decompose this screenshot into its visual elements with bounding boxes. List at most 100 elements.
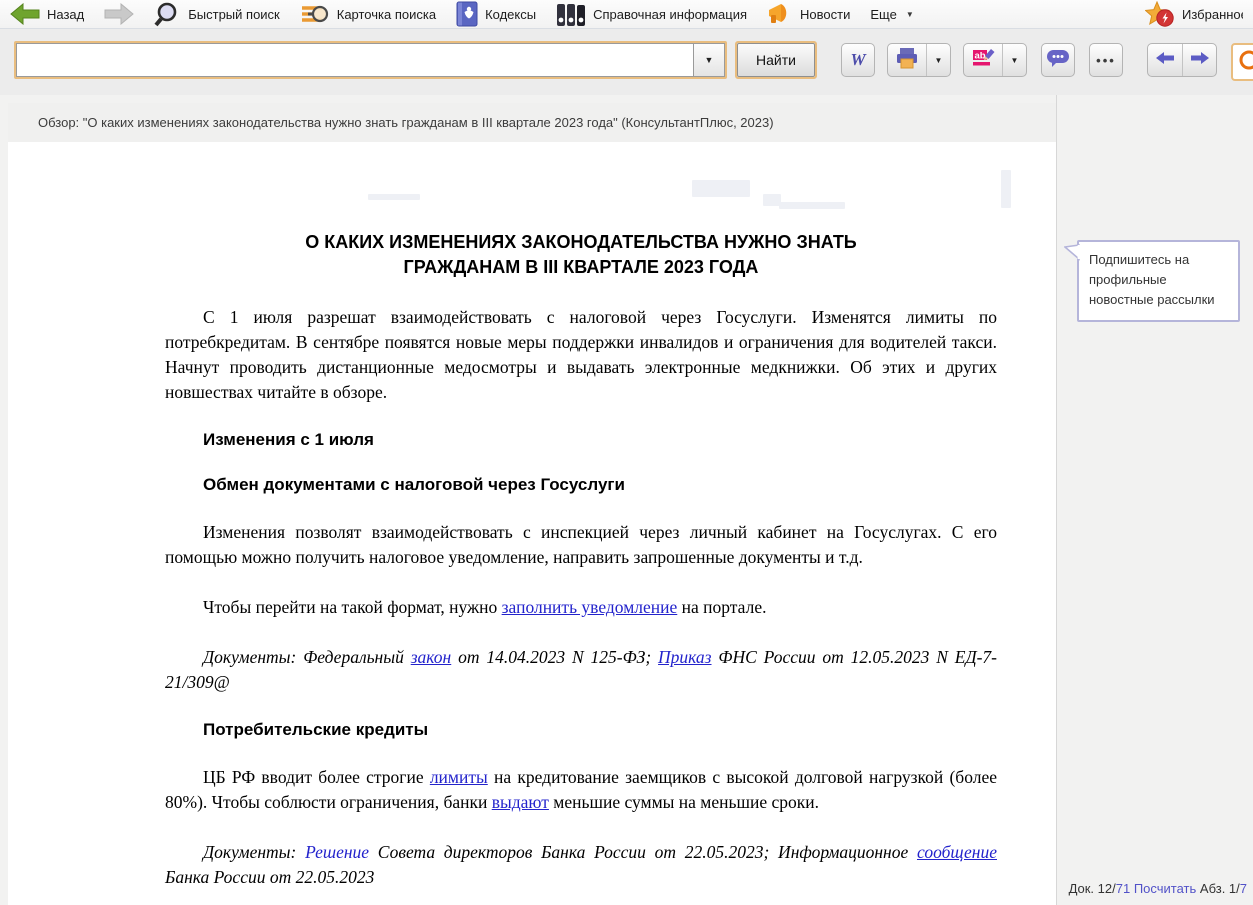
document-title-line1: О КАКИХ ИЗМЕНЕНИЯХ ЗАКОНОДАТЕЛЬСТВА НУЖН… xyxy=(165,230,997,255)
reference-info-button[interactable]: Справочная информация xyxy=(556,2,747,27)
print-button[interactable] xyxy=(888,44,926,76)
highlight-dropdown[interactable]: ▼ xyxy=(1002,44,1026,76)
paragraph-counter-label: Абз. 1/ xyxy=(1200,881,1240,896)
megaphone-icon xyxy=(767,2,793,26)
heading-gosuslugi: Обмен документами с налоговой через Госу… xyxy=(203,475,997,495)
search-card-button[interactable]: Карточка поиска xyxy=(300,2,436,26)
document-header-bar: Обзор: "О каких изменениях законодательс… xyxy=(8,103,1056,142)
heading-credit: Потребительские кредиты xyxy=(203,720,997,740)
paragraph-total: 7 xyxy=(1240,881,1247,896)
documents-paragraph-2: Документы: Решение Совета директоров Бан… xyxy=(165,840,997,890)
news-label: Новости xyxy=(800,7,850,22)
find-button[interactable]: Найти xyxy=(737,43,815,77)
print-split-button: ▼ xyxy=(887,43,951,77)
highlight-split-button: ab ▼ xyxy=(963,43,1027,77)
document-header-title: Обзор: "О каких изменениях законодательс… xyxy=(38,115,774,130)
comment-bubble-icon xyxy=(1046,48,1070,73)
text-run: Чтобы перейти на такой формат, нужно xyxy=(203,597,502,617)
clock-icon xyxy=(1239,50,1253,75)
quick-search-button[interactable]: Быстрый поиск xyxy=(154,2,280,27)
document-title: О КАКИХ ИЗМЕНЕНИЯХ ЗАКОНОДАТЕЛЬСТВА НУЖН… xyxy=(165,230,997,280)
doc-total: 71 xyxy=(1116,881,1130,896)
word-icon: W xyxy=(850,50,865,70)
text-run: Банка России от 22.05.2023 xyxy=(165,867,374,887)
search-input[interactable] xyxy=(16,43,693,77)
subscribe-tooltip-text: Подпишитесь на профильные новостные расс… xyxy=(1089,252,1215,307)
ellipsis-icon: ••• xyxy=(1096,53,1116,68)
comment-button[interactable] xyxy=(1041,43,1075,77)
document-view: Обзор: "О каких изменениях законодательс… xyxy=(8,103,1056,905)
law-link[interactable]: закон xyxy=(411,647,452,667)
search-card-icon xyxy=(300,2,330,26)
reference-info-label: Справочная информация xyxy=(593,7,747,22)
content-area: Обзор: "О каких изменениях законодательс… xyxy=(0,95,1253,905)
codes-icon xyxy=(456,1,478,27)
highlighter-icon: ab xyxy=(972,47,995,73)
text-run: Документы: Федеральный xyxy=(203,647,411,667)
back-button[interactable]: Назад xyxy=(10,3,84,25)
prev-fragment-button[interactable] xyxy=(1148,44,1182,76)
text-run: от 14.04.2023 N 125-ФЗ; xyxy=(451,647,658,667)
news-button[interactable]: Новости xyxy=(767,2,850,26)
intro-paragraph: С 1 июля разрешат взаимодействовать с на… xyxy=(165,305,997,405)
issue-link[interactable]: выдают xyxy=(492,792,549,812)
doc-counter-label: Док. 12/ xyxy=(1069,881,1116,896)
count-link[interactable]: Посчитать xyxy=(1134,881,1196,896)
order-link[interactable]: Приказ xyxy=(658,647,711,667)
back-icon xyxy=(10,3,40,25)
search-card-label: Карточка поиска xyxy=(337,7,436,22)
blurred-artifact xyxy=(779,202,845,209)
more-actions-button[interactable]: ••• xyxy=(1089,43,1123,77)
text-run: Документы: xyxy=(203,842,305,862)
right-panel: Подпишитесь на профильные новостные расс… xyxy=(1056,95,1253,905)
arrow-left-icon xyxy=(1155,51,1175,70)
text-run: на портале. xyxy=(677,597,766,617)
document-page[interactable]: О КАКИХ ИЗМЕНЕНИЯХ ЗАКОНОДАТЕЛЬСТВА НУЖН… xyxy=(8,142,1056,905)
forward-button[interactable] xyxy=(104,3,134,25)
credit-paragraph: ЦБ РФ вводит более строгие лимиты на кре… xyxy=(165,765,997,815)
back-label: Назад xyxy=(47,7,84,22)
arrow-right-icon xyxy=(1190,51,1210,70)
blurred-artifact xyxy=(368,194,420,200)
more-menu-label: Еще xyxy=(870,7,896,22)
page-top-margin xyxy=(165,142,997,230)
decision-link[interactable]: Решение xyxy=(305,842,369,862)
chevron-down-icon: ▼ xyxy=(705,55,714,65)
subscribe-tooltip[interactable]: Подпишитесь на профильные новостные расс… xyxy=(1077,240,1240,322)
favorites-button[interactable]: Избранное xyxy=(1145,1,1243,28)
format-paragraph: Чтобы перейти на такой формат, нужно зап… xyxy=(165,595,997,620)
text-run: меньшие суммы на меньшие сроки. xyxy=(549,792,819,812)
quick-search-icon xyxy=(154,2,181,27)
notification-link[interactable]: заполнить уведомление xyxy=(502,597,678,617)
find-button-wrap: Найти xyxy=(735,41,817,79)
export-word-button[interactable]: W xyxy=(841,43,875,77)
main-toolbar: Назад Быстрый поиск Карточка поиска Коде… xyxy=(0,0,1253,29)
search-combo: ▼ xyxy=(14,41,727,79)
chevron-down-icon: ▼ xyxy=(935,56,943,65)
printer-icon xyxy=(895,47,919,74)
favorites-label: Избранное xyxy=(1182,7,1243,22)
next-fragment-button[interactable] xyxy=(1182,44,1216,76)
documents-paragraph-1: Документы: Федеральный закон от 14.04.20… xyxy=(165,645,997,695)
chevron-down-icon: ▼ xyxy=(1011,56,1019,65)
highlight-button[interactable]: ab xyxy=(964,44,1002,76)
codes-button[interactable]: Кодексы xyxy=(456,1,536,27)
text-run: ЦБ РФ вводит более строгие xyxy=(203,767,430,787)
codes-label: Кодексы xyxy=(485,7,536,22)
status-bar: Док. 12/71 Посчитать Абз. 1/7 xyxy=(1069,881,1247,896)
print-dropdown[interactable]: ▼ xyxy=(926,44,950,76)
chevron-down-icon: ▼ xyxy=(906,10,914,19)
search-history-dropdown[interactable]: ▼ xyxy=(693,43,725,77)
more-menu-button[interactable]: Еще ▼ xyxy=(870,7,913,22)
text-run: Совета директоров Банка России от 22.05.… xyxy=(369,842,917,862)
quick-search-label: Быстрый поиск xyxy=(188,7,280,22)
binders-icon xyxy=(556,2,586,27)
blurred-artifact xyxy=(1001,170,1011,208)
edge-partial-button[interactable] xyxy=(1231,43,1253,81)
document-toolbar: ▼ Найти W ▼ ab ▼ ••• xyxy=(0,29,1253,95)
limits-link[interactable]: лимиты xyxy=(430,767,488,787)
message-link[interactable]: сообщение xyxy=(917,842,997,862)
document-title-line2: ГРАЖДАНАМ В III КВАРТАЛЕ 2023 ГОДА xyxy=(165,255,997,280)
gosuslugi-paragraph: Изменения позволят взаимодействовать с и… xyxy=(165,520,997,570)
favorites-star-icon xyxy=(1145,1,1175,28)
